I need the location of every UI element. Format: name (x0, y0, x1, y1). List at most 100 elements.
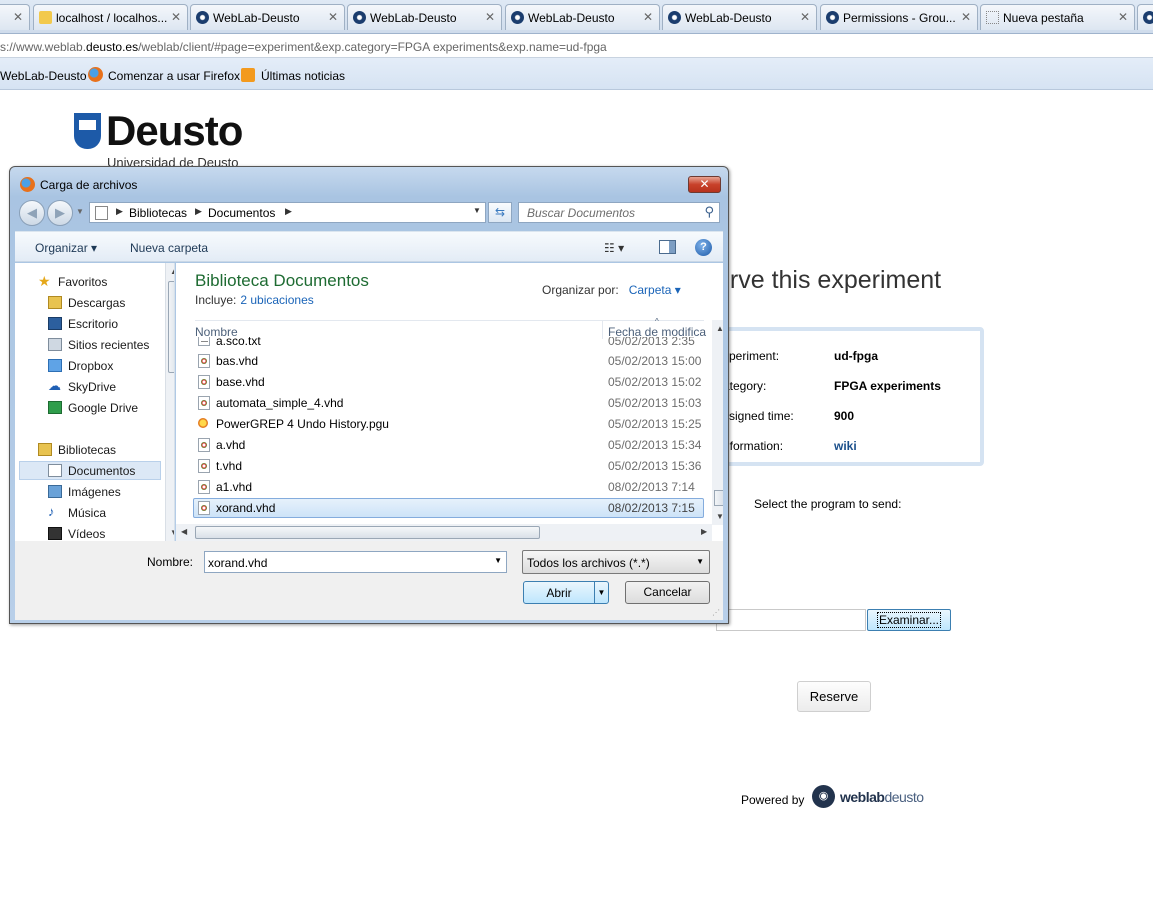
search-placeholder: Buscar Documentos (527, 206, 636, 220)
url-prefix: s://www.weblab. (0, 40, 87, 54)
vhd-file-icon (198, 459, 210, 473)
tab-phpmyadmin[interactable]: localhost / localhos... ✕ (33, 4, 188, 30)
nav-favorites[interactable]: ★ Favoritos (38, 273, 107, 289)
open-options-icon[interactable]: ▼ (594, 582, 608, 603)
tab-close-icon[interactable]: ✕ (485, 10, 495, 24)
sort-ascending-icon: ^ (655, 317, 659, 326)
tab-partial[interactable]: ✕ (0, 4, 30, 30)
chevron-down-icon[interactable]: ▼ (494, 556, 502, 565)
search-icon[interactable]: ⚲ (704, 204, 714, 220)
tab-close-icon[interactable]: ✕ (643, 10, 653, 24)
locations-link[interactable]: 2 ubicaciones (240, 293, 313, 307)
wiki-link[interactable]: wiki (834, 439, 857, 453)
chevron-right-icon[interactable]: ▶ (195, 206, 202, 217)
chevron-right-icon[interactable]: ▶ (116, 206, 123, 217)
chevron-down-icon[interactable]: ▼ (473, 206, 481, 215)
preview-pane-icon[interactable] (659, 240, 676, 254)
open-button[interactable]: Abrir ▼ (523, 581, 609, 604)
file-row[interactable]: a.sco.txt 05/02/2013 2:35 (193, 337, 704, 349)
nav-skydrive[interactable]: ☁ SkyDrive (48, 378, 116, 394)
tab-close-icon[interactable]: ✕ (1118, 10, 1128, 24)
scroll-up-icon[interactable]: ▲ (716, 324, 723, 333)
file-row[interactable]: bas.vhd 05/02/2013 15:00 (193, 351, 704, 371)
search-input[interactable]: Buscar Documentos ⚲ (518, 202, 720, 223)
scroll-down-icon[interactable]: ▼ (716, 512, 723, 521)
tab-new[interactable]: Nueva pestaña ✕ (980, 4, 1135, 30)
arrange-by-dropdown[interactable]: Carpeta ▾ (629, 283, 681, 297)
tab-label: WebLab-Deusto (213, 11, 300, 25)
tab-close-icon[interactable]: ✕ (13, 10, 23, 24)
weblab-brand[interactable]: weblabdeusto (840, 789, 924, 805)
chevron-down-icon[interactable]: ▼ (696, 557, 704, 566)
navigation-pane: ★ Favoritos Descargas Escritorio Sitios … (15, 263, 175, 541)
organize-button[interactable]: Organizar ▾ (35, 241, 97, 255)
cancel-button[interactable]: Cancelar (625, 581, 710, 604)
tab-weblab-1[interactable]: WebLab-Deusto ✕ (190, 4, 345, 30)
tab-permissions[interactable]: Permissions - Grou... ✕ (820, 4, 978, 30)
nav-libraries[interactable]: Bibliotecas (38, 443, 116, 457)
tab-weblab-3[interactable]: WebLab-Deusto ✕ (505, 4, 660, 30)
help-icon[interactable]: ? (695, 239, 712, 256)
tab-close-icon[interactable]: ✕ (800, 10, 810, 24)
nav-downloads[interactable]: Descargas (48, 296, 125, 310)
scrollbar-thumb[interactable] (714, 490, 723, 506)
file-row[interactable]: automata_simple_4.vhd 05/02/2013 15:03 (193, 393, 704, 413)
nav-music[interactable]: ♪ Música (48, 504, 107, 520)
nav-pictures[interactable]: Imágenes (48, 485, 121, 499)
resize-grip-icon[interactable]: ⋰ (712, 608, 720, 617)
tab-close-icon[interactable]: ✕ (961, 10, 971, 24)
refresh-icon[interactable]: ⇆ (488, 202, 512, 223)
file-list-vertical-scrollbar[interactable]: ▲ ▼ (712, 320, 723, 525)
nav-documents[interactable]: Documentos (48, 464, 135, 478)
breadcrumb[interactable]: ▶ Bibliotecas ▶ Documentos ▶ ▼ (89, 202, 486, 223)
scroll-down-icon[interactable]: ▼ (170, 528, 174, 537)
breadcrumb-documents[interactable]: Documentos (208, 206, 275, 220)
scrollbar-thumb[interactable] (195, 526, 540, 539)
tab-weblab-4[interactable]: WebLab-Deusto ✕ (662, 4, 817, 30)
reserve-button[interactable]: Reserve (797, 681, 871, 712)
file-row[interactable]: PowerGREP 4 Undo History.pgu 05/02/2013 … (193, 414, 704, 434)
bookmark-firefox-start[interactable]: Comenzar a usar Firefox (108, 69, 240, 83)
browse-button[interactable]: Examinar... (867, 609, 951, 631)
scroll-right-icon[interactable]: ▶ (701, 527, 707, 536)
back-arrow-icon[interactable]: ◀ (19, 200, 45, 226)
nav-google-drive[interactable]: Google Drive (48, 401, 138, 415)
file-path-input[interactable] (716, 609, 866, 631)
tab-close-icon[interactable]: ✕ (328, 10, 338, 24)
scroll-up-icon[interactable]: ▲ (170, 267, 174, 276)
folder-icon (95, 206, 108, 220)
file-row[interactable]: base.vhd 05/02/2013 15:02 (193, 372, 704, 392)
nav-desktop[interactable]: Escritorio (48, 317, 118, 331)
address-bar[interactable]: s://www.weblab.deusto.es/weblab/client/#… (0, 34, 1153, 58)
close-icon[interactable]: ✕ (688, 176, 721, 193)
file-date: 05/02/2013 15:02 (608, 375, 702, 389)
nav-recent-places[interactable]: Sitios recientes (48, 338, 149, 352)
tab-weblab-2[interactable]: WebLab-Deusto ✕ (347, 4, 502, 30)
file-row[interactable]: a1.vhd 08/02/2013 7:14 (193, 477, 704, 497)
downloads-folder-icon (48, 296, 62, 309)
filename-input[interactable]: xorand.vhd ▼ (204, 551, 507, 573)
bookmark-weblab[interactable]: WebLab-Deusto (0, 69, 87, 83)
tab-close-icon[interactable]: ✕ (171, 10, 181, 24)
nav-scrollbar[interactable]: ▲ ▼ (165, 263, 174, 541)
file-row[interactable]: a.vhd 05/02/2013 15:34 (193, 435, 704, 455)
view-options-icon[interactable]: ☷ ▾ (604, 241, 624, 255)
file-row-selected[interactable]: xorand.vhd 08/02/2013 7:15 (193, 498, 704, 518)
bookmark-news[interactable]: Últimas noticias (261, 69, 345, 83)
new-folder-button[interactable]: Nueva carpeta (130, 241, 208, 255)
browse-button-label: Examinar... (876, 612, 942, 628)
nav-label: Música (68, 506, 107, 520)
nav-videos[interactable]: Vídeos (48, 527, 105, 541)
select-program-label: Select the program to send: (754, 497, 902, 511)
tab-partial-right[interactable] (1137, 4, 1153, 30)
scroll-left-icon[interactable]: ◀ (181, 527, 187, 536)
file-list-horizontal-scrollbar[interactable]: ◀ ▶ (176, 524, 712, 541)
breadcrumb-libraries[interactable]: Bibliotecas (129, 206, 187, 220)
file-type-filter[interactable]: Todos los archivos (*.*) ▼ (522, 550, 710, 574)
nav-dropbox[interactable]: Dropbox (48, 359, 113, 373)
scrollbar-thumb[interactable] (168, 281, 174, 373)
chevron-right-icon[interactable]: ▶ (285, 206, 292, 217)
history-dropdown-icon[interactable]: ▼ (76, 207, 84, 216)
forward-arrow-icon[interactable]: ▶ (47, 200, 73, 226)
file-row[interactable]: t.vhd 05/02/2013 15:36 (193, 456, 704, 476)
